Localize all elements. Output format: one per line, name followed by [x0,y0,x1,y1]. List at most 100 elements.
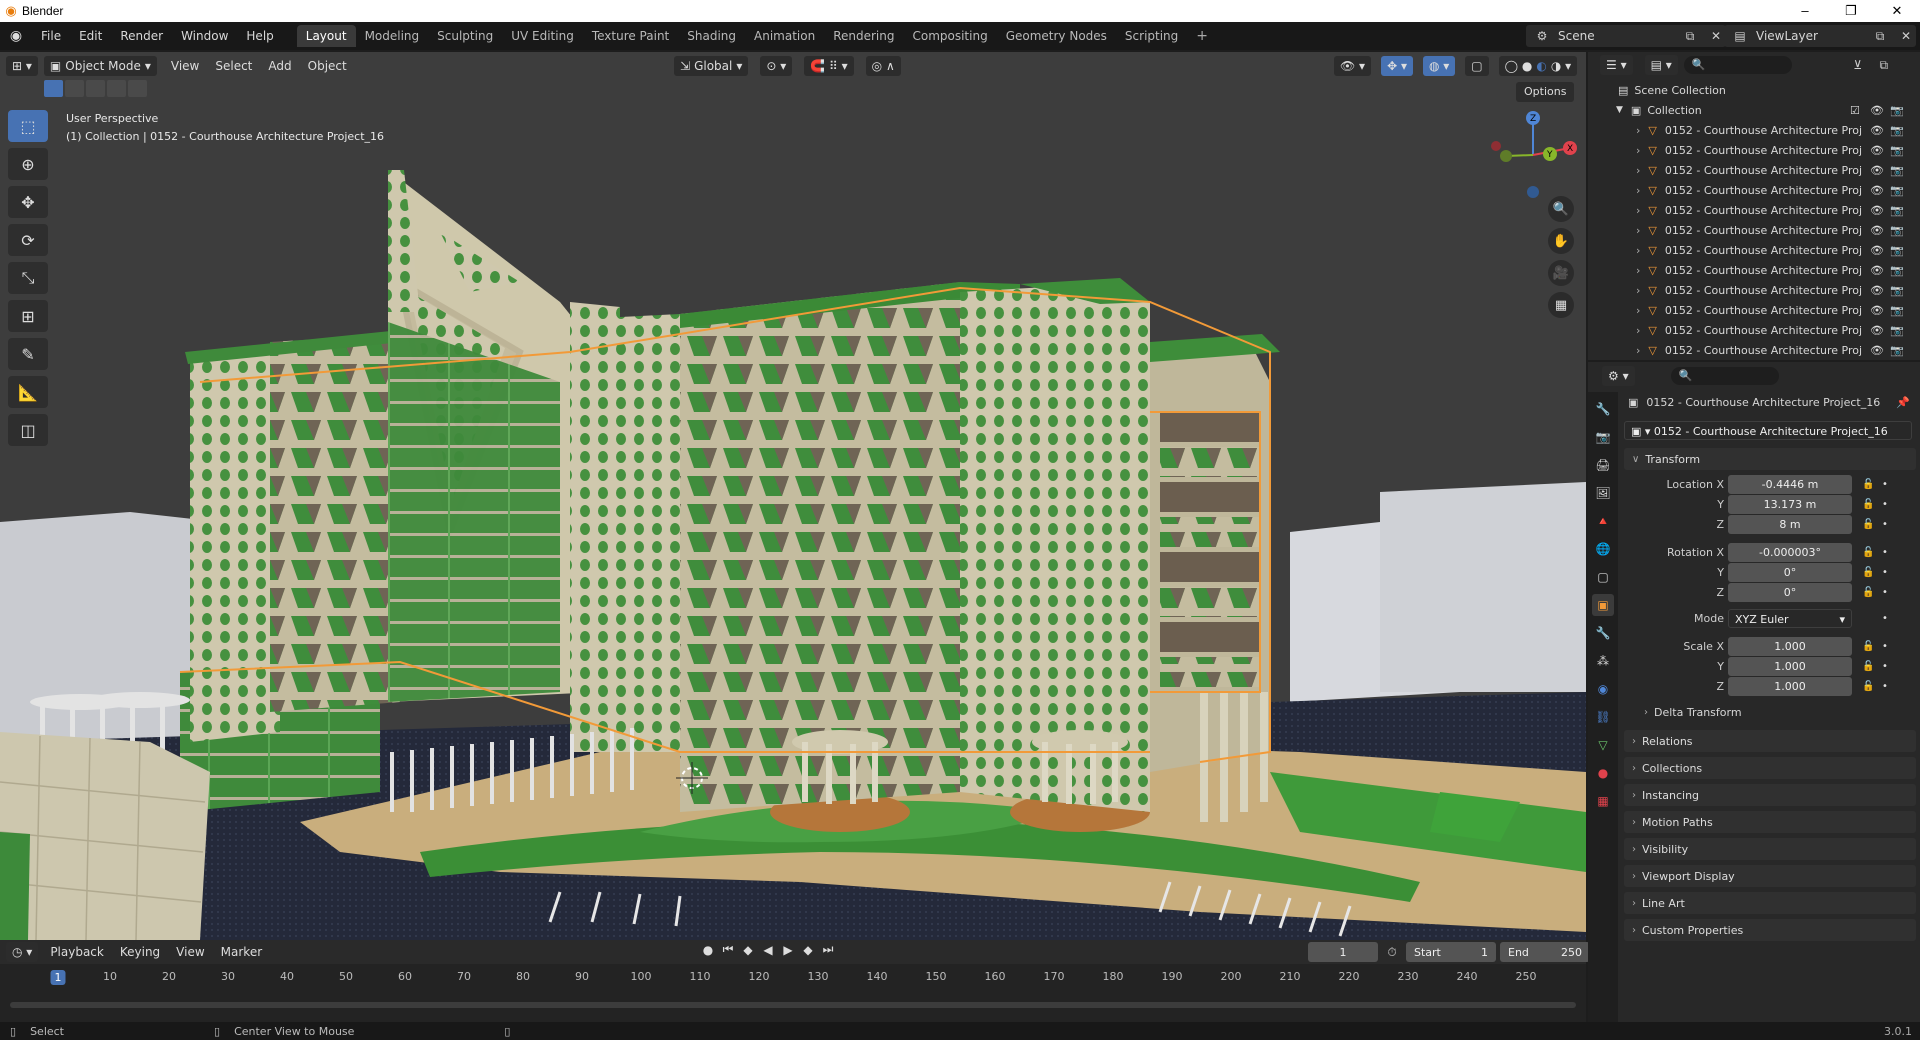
timeline-menu-keying[interactable]: Keying [112,945,168,959]
timeline-scrollbar[interactable] [10,1002,1576,1008]
new-scene-icon[interactable]: ⧉ [1680,26,1700,46]
close-window-button[interactable]: ✕ [1874,3,1920,19]
measure-tool-icon[interactable]: 📐 [8,376,48,408]
add-cube-tool-icon[interactable]: ◫ [8,414,48,446]
lock-icon[interactable]: 🔓 [1862,479,1874,490]
render-camera-icon[interactable]: 📷 [1890,344,1904,357]
visibility-eye-icon[interactable]: 👁 [1870,164,1884,177]
render-camera-icon[interactable]: 📷 [1890,184,1904,197]
shading-modes[interactable]: ◯ ● ◐ ◑ ▾ [1498,56,1578,76]
options-button[interactable]: Options [1516,82,1575,102]
object-tab-icon[interactable]: ▣ [1592,594,1614,616]
delta-transform-subpanel[interactable]: › Delta Transform [1620,702,1916,722]
overlay-toggle[interactable]: ◍ ▾ [1422,56,1456,76]
scale-z-field[interactable]: 1.000 [1728,676,1852,696]
expand-arrow-icon[interactable]: › [1636,164,1640,177]
viewport-menu-select[interactable]: Select [207,59,260,73]
properties-search-input[interactable]: 🔍 [1670,367,1779,385]
particles-tab-icon[interactable]: ⁂ [1592,650,1614,672]
panel-viewport-display[interactable]: › Viewport Display [1624,865,1916,887]
keyframe-dot-icon[interactable]: • [1882,519,1888,530]
outliner-object-row[interactable]: › ▽ 0152 - Courthouse Architecture Proj 👁 📷 [1588,240,1920,260]
rotation-z-field[interactable]: 0° [1728,582,1852,602]
lock-icon[interactable]: 🔓 [1862,641,1874,652]
visibility-eye-icon[interactable]: 👁 [1870,184,1884,197]
end-frame-field[interactable]: End 250 [1500,942,1590,962]
menu-file[interactable]: File [32,22,70,50]
visibility-eye-icon[interactable]: 👁 [1870,224,1884,237]
outliner-object-row[interactable]: › ▽ 0152 - Courthouse Architecture Proj 👁 📷 [1588,220,1920,240]
frame-ruler[interactable]: 1 10 20 30 40 50 60 70 80 90 100 110 120 130 140 150 16… [0,966,1586,990]
world-tab-icon[interactable]: 🌐 [1592,538,1614,560]
render-tab-icon[interactable]: 📷 [1592,426,1614,448]
visibility-eye-icon[interactable]: 👁 [1870,264,1884,277]
gizmo-toggle[interactable]: ✥ ▾ [1381,56,1413,76]
panel-line-art[interactable]: › Line Art [1624,892,1916,914]
expand-arrow-icon[interactable]: ▼ [1616,105,1623,115]
viewport-menu-add[interactable]: Add [260,59,299,73]
add-workspace-button[interactable]: + [1187,25,1217,47]
expand-arrow-icon[interactable]: › [1636,304,1640,317]
annotate-tool-icon[interactable]: ✎ [8,338,48,370]
select-invert-icon[interactable] [107,80,126,97]
select-intersect-icon[interactable] [128,80,147,97]
proportional-edit-toggle[interactable]: ◎ ∧ [865,56,901,76]
expand-arrow-icon[interactable]: › [1636,144,1640,157]
move-tool-icon[interactable]: ✥ [8,186,48,218]
render-camera-icon[interactable]: 📷 [1890,304,1904,317]
object-name-field[interactable]: ▣ ▾ 0152 - Courthouse Architecture Proje… [1624,420,1912,440]
jump-keyframe-forward-icon[interactable]: ◆ [800,943,816,957]
scale-tool-icon[interactable]: ⤡ [8,262,48,294]
render-camera-icon[interactable]: 📷 [1890,144,1904,157]
outliner-object-row[interactable]: › ▽ 0152 - Courthouse Architecture Proj 👁 📷 [1588,200,1920,220]
tab-modeling[interactable]: Modeling [356,25,429,47]
outliner[interactable]: ☰ ▾ ▤ ▾ 🔍 ⊻ ⧉ ▤ Scene Collection ▼ ▣ Col… [1588,52,1920,360]
tab-texture-paint[interactable]: Texture Paint [583,25,678,47]
select-new-icon[interactable] [44,80,63,97]
3d-viewport[interactable]: ⊞ ▾ ▣ Object Mode ▾ View Select Add Object … [0,52,1586,940]
collection-tab-icon[interactable]: ▢ [1592,566,1614,588]
visibility-eye-icon[interactable]: 👁 [1870,104,1884,117]
start-frame-field[interactable]: Start 1 [1406,942,1496,962]
render-camera-icon[interactable]: 📷 [1890,264,1904,277]
properties-editor[interactable]: ⚙ ▾ 🔍 🔧 📷 🖨 🖼 🔺 🌐 ▢ ▣ 🔧 ⁂ ◉ ⛓ ▽ ● ▦ ▣ 01… [1588,362,1920,1022]
playhead-frame[interactable]: 1 [50,970,66,985]
snap-toggle[interactable]: 🧲 ⠿ ▾ [804,56,854,76]
camera-view-icon[interactable]: 🎥 [1548,260,1574,286]
timeline-editor[interactable]: ◷ ▾ Playback Keying View Marker ● ⏮ ◆ ◀ ▶ ◆… [0,940,1590,1022]
stopwatch-icon[interactable]: ⏱ [1382,942,1402,962]
ortho-grid-icon[interactable]: ▦ [1548,292,1574,318]
outliner-object-row[interactable]: › ▽ 0152 - Courthouse Architecture Proj 👁 📷 [1588,140,1920,160]
cursor-tool-icon[interactable]: ⊕ [8,148,48,180]
play-icon[interactable]: ▶ [780,943,796,957]
keyframe-dot-icon[interactable]: • [1882,641,1888,652]
panel-motion-paths[interactable]: › Motion Paths [1624,811,1916,833]
data-tab-icon[interactable]: ▽ [1592,734,1614,756]
tab-sculpting[interactable]: Sculpting [428,25,502,47]
filter-icon[interactable]: ⊻ [1848,55,1868,75]
select-box-tool-icon[interactable]: ⬚ [8,110,48,142]
lock-icon[interactable]: 🔓 [1862,547,1874,558]
rotate-tool-icon[interactable]: ⟳ [8,224,48,256]
select-subtract-icon[interactable] [86,80,105,97]
expand-arrow-icon[interactable]: › [1636,184,1640,197]
current-frame-field[interactable]: 1 [1308,942,1378,962]
pan-hand-icon[interactable]: ✋ [1548,228,1574,254]
visibility-eye-icon[interactable]: 👁 [1870,324,1884,337]
rotation-x-field[interactable]: -0.000003° [1728,542,1852,562]
tool-tab-icon[interactable]: 🔧 [1592,398,1614,420]
constraints-tab-icon[interactable]: ⛓ [1592,706,1614,728]
physics-tab-icon[interactable]: ◉ [1592,678,1614,700]
tab-layout[interactable]: Layout [296,25,356,47]
expand-arrow-icon[interactable]: › [1636,344,1640,357]
orientation-dropdown[interactable]: ⇲ Global ▾ [674,56,749,76]
render-camera-icon[interactable]: 📷 [1890,284,1904,297]
expand-arrow-icon[interactable]: › [1636,224,1640,237]
rotation-y-field[interactable]: 0° [1728,562,1852,582]
keyframe-dot-icon[interactable]: • [1882,587,1888,598]
render-camera-icon[interactable]: 📷 [1890,244,1904,257]
expand-arrow-icon[interactable]: › [1636,204,1640,217]
tab-rendering[interactable]: Rendering [824,25,903,47]
keyframe-dot-icon[interactable]: • [1882,681,1888,692]
lock-icon[interactable]: 🔓 [1862,587,1874,598]
